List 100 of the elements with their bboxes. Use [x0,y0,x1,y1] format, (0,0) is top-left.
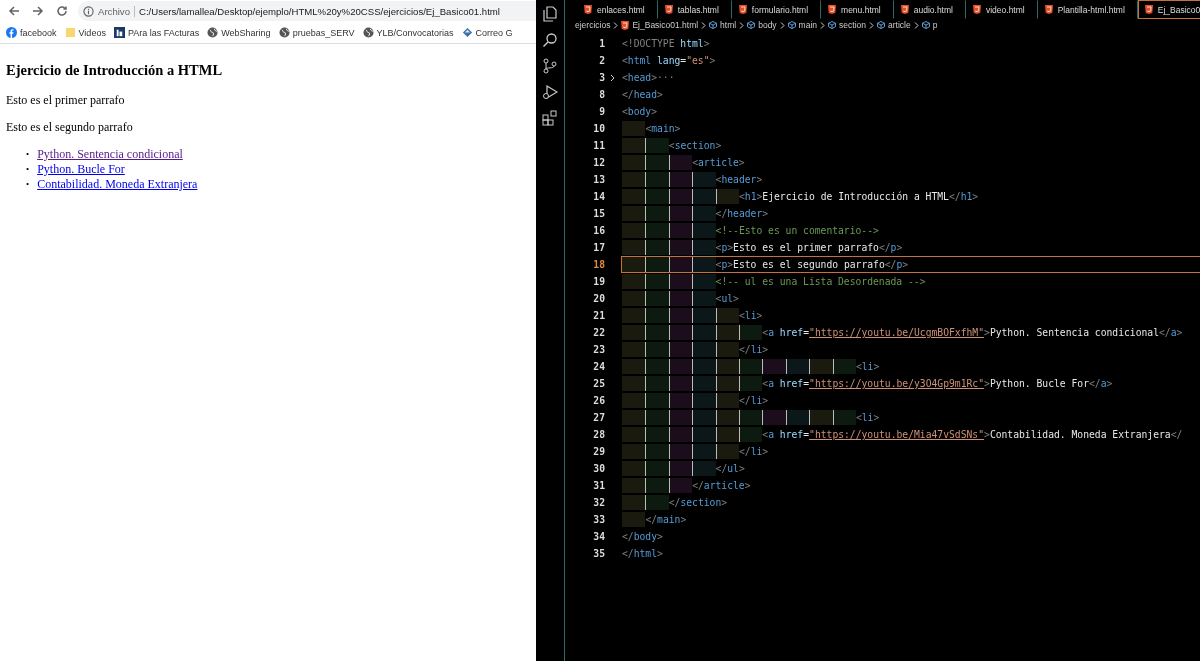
breadcrumb-item[interactable]: article [888,20,911,30]
line-number: 18 [592,258,605,272]
fold-chevron-icon[interactable] [609,73,615,82]
page-heading: Ejercicio de Introducción a HTML [6,62,224,79]
search-icon[interactable] [542,32,558,48]
code-line: <body> [622,105,658,119]
bullet: • [26,163,30,176]
bookmark[interactable]: facebook [6,27,57,38]
bookmark[interactable]: PAra las FActuras [113,27,200,38]
html-file-icon [664,5,673,14]
bullet: • [26,178,30,191]
paragraph: Esto es el primer parrafo [6,93,126,108]
cube-icon [828,21,837,29]
line-number: 23 [592,343,605,357]
line-number: 14 [592,190,605,204]
code-line: <a href="https://youtu.be/UcgmBOFxfhM">Python. Sentencia condicional</a> [762,326,1183,340]
explorer-icon[interactable] [542,6,558,22]
line-number: 30 [592,462,605,476]
code-line: </li> [738,343,769,357]
line-number: 34 [592,530,605,544]
code-line: <li> [855,360,880,374]
extensions-icon[interactable] [542,110,558,126]
chevron-icon [913,21,919,29]
code-line: </li> [738,445,769,459]
breadcrumb-item[interactable]: ejercicios [575,20,611,30]
breadcrumb-item[interactable]: html [720,20,737,30]
bookmark[interactable]: WebSharing [207,27,271,38]
breadcrumb-item[interactable]: section [839,20,866,30]
code-line: </html> [622,547,663,561]
run-debug-icon[interactable] [542,84,558,100]
code-line: </ul> [715,462,745,476]
html-file-icon [972,5,981,14]
chevron-icon [701,21,707,29]
line-number: 21 [592,309,605,323]
line-number: 29 [592,445,605,459]
code-line: <!--Esto es un comentario--> [715,224,879,238]
bookmark[interactable]: YLB/Convocatorias [362,27,454,38]
code-line: </head> [622,88,663,102]
chevron-icon [739,21,745,29]
line-number: 31 [592,479,605,493]
code-line: <p>Esto es el segundo parrafo</p> [715,258,909,272]
html-file-icon [1144,5,1153,14]
bullet: • [26,148,30,161]
code-line: <p>Esto es el primer parrafo</p> [715,241,903,255]
breadcrumb-item[interactable]: Ej_Basico01.html [632,20,699,30]
chevron-icon [613,21,619,29]
line-number: 12 [592,156,605,170]
code-line: </li> [738,394,769,408]
address-scheme: Archivo [98,5,135,17]
globe-icon [207,27,219,38]
cube-icon [787,21,796,29]
breadcrumb-item[interactable]: body [758,20,777,30]
code-line: <article> [692,156,745,170]
line-number: 24 [592,360,605,374]
code-line: <head>··· [622,71,675,85]
code-line: <section> [668,139,722,153]
info-icon [83,5,94,17]
link[interactable]: Python. Bucle For [37,162,125,177]
bookmark[interactable]: Videos [64,27,106,38]
breadcrumb-item[interactable]: p [932,20,938,30]
line-number: 32 [592,496,605,510]
cube-icon [877,21,885,29]
line-number: 19 [592,275,605,289]
code-line: <!-- ul es una Lista Desordenada --> [715,275,926,289]
breadcrumb-item[interactable]: main [798,20,818,30]
globe-icon [278,27,290,38]
line-number: 20 [592,292,605,306]
code-line: <ul> [715,292,739,306]
chevron-icon [820,21,826,29]
cube-icon [709,21,718,29]
line-number: 10 [592,122,605,136]
source-control-icon[interactable] [542,58,558,74]
line-number: 22 [592,326,605,340]
code-line: <header> [715,173,763,187]
link[interactable]: Contabilidad. Moneda Extranjera [37,177,198,192]
code-line: </section> [668,496,728,510]
chevron-icon [869,21,874,29]
html-file-icon [621,20,630,30]
code-line: </header> [715,207,769,221]
editor-tab[interactable]: Ej_Basico0 [1137,0,1200,19]
bookmark[interactable]: Correo G [461,27,513,38]
code-line: <a href="https://youtu.be/Mia47vSdSNs">Contabilidad. Moneda Extranjera</ [762,428,1183,442]
chevron-icon [779,21,785,29]
line-number: 1 [598,37,605,51]
code-line: <!DOCTYPE html> [622,37,710,51]
line-number: 8 [598,88,605,102]
line-number: 33 [592,513,605,527]
html-file-icon [900,5,909,14]
line-number: 17 [592,241,605,255]
reload-button[interactable] [54,3,70,19]
address-bar[interactable]: Archivo C:/Users/lamallea/Desktop/ejemplo/HTML%20y%20CSS/ejercicios/Ej_Basico01.html [78,1,536,21]
line-number: 16 [592,224,605,238]
link[interactable]: Python. Sentencia condicional [37,147,183,162]
code-line: </article> [692,479,751,493]
bookmark[interactable]: pruebas_SERV [278,27,355,38]
code-line: <li> [738,309,763,323]
line-number: 15 [592,207,605,221]
folder-icon [64,27,76,38]
code-line: <li> [855,411,880,425]
line-number: 28 [592,428,605,442]
